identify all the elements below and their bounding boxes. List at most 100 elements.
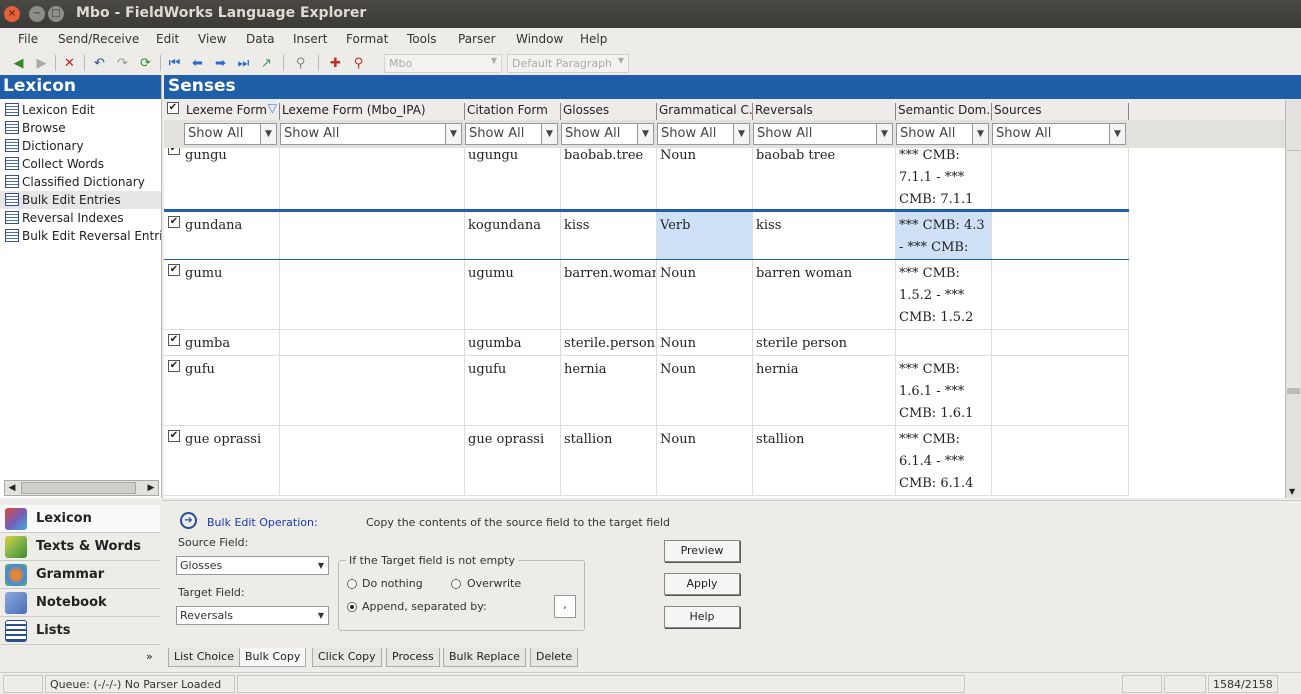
cell-lexeme[interactable]: gue oprassi	[182, 426, 280, 495]
nav-browse[interactable]: Browse	[0, 119, 161, 137]
cell-ipa[interactable]	[280, 330, 465, 355]
apply-button[interactable]: Apply	[664, 573, 740, 595]
cell-gloss[interactable]: stallion	[561, 426, 657, 495]
cell-ipa[interactable]	[280, 426, 465, 495]
table-row[interactable]: ✔ gungu ugungu baobab.tree Noun baobab t…	[164, 148, 1129, 210]
cell-lexeme[interactable]: gungu	[182, 148, 280, 209]
cell-semantic-domain[interactable]	[896, 330, 992, 355]
nav-lexicon-edit[interactable]: Lexicon Edit	[0, 101, 161, 119]
menu-format[interactable]: Format	[346, 32, 388, 46]
filter-glosses[interactable]: Show All ▼	[561, 123, 654, 145]
filter-lexeme-ipa[interactable]: Show All ▼	[280, 123, 462, 145]
redo-icon[interactable]: ↷	[114, 55, 131, 72]
menu-insert[interactable]: Insert	[293, 32, 327, 46]
cell-semantic-domain[interactable]: *** CMB: 1.5.2 - *** CMB: 1.5.2	[896, 260, 992, 329]
back-icon[interactable]: ◀	[10, 55, 27, 72]
cell-gloss[interactable]: sterile.person	[561, 330, 657, 355]
nav-bulk-edit-reversal-entries[interactable]: Bulk Edit Reversal Entries	[0, 227, 161, 245]
cell-lexeme[interactable]: gumba	[182, 330, 280, 355]
area-texts-words[interactable]: Texts & Words	[0, 533, 160, 561]
col-glosses[interactable]: Glosses	[561, 103, 657, 120]
previous-record-icon[interactable]: ⬅	[189, 55, 206, 72]
filter-lexeme-form[interactable]: Show All ▼	[184, 123, 277, 145]
cell-category[interactable]: Noun	[657, 148, 753, 209]
cell-lexeme[interactable]: gumu	[182, 260, 280, 329]
table-row[interactable]: ✔ gufu ugufu hernia Noun hernia *** CMB:…	[164, 356, 1129, 426]
cell-citation[interactable]: ugufu	[465, 356, 561, 425]
expand-areas-icon[interactable]: »	[146, 650, 153, 663]
area-lists[interactable]: Lists	[0, 617, 160, 645]
row-checkbox[interactable]: ✔	[168, 430, 180, 442]
style-combo[interactable]: Default Paragraph ▼	[507, 54, 629, 73]
nav-bulk-edit-entries[interactable]: Bulk Edit Entries	[0, 191, 161, 209]
scroll-thumb[interactable]	[21, 482, 136, 494]
col-lexeme-form[interactable]: Lexeme Form ▽	[184, 103, 280, 120]
scroll-thumb[interactable]	[1287, 388, 1300, 394]
close-window-button[interactable]: ×	[4, 6, 20, 22]
cell-citation[interactable]: kogundana	[465, 212, 561, 259]
cell-category[interactable]: Noun	[657, 260, 753, 329]
overwrite-radio[interactable]	[451, 579, 461, 589]
menu-tools[interactable]: Tools	[407, 32, 437, 46]
cell-semantic-domain[interactable]: *** CMB: 7.1.1 - *** CMB: 7.1.1	[896, 148, 992, 209]
target-field-select[interactable]: Reversals ▼	[176, 606, 329, 625]
cell-gloss[interactable]: kiss	[561, 212, 657, 259]
col-grammatical-category[interactable]: Grammatical C...	[657, 103, 753, 120]
cell-reversal[interactable]: sterile person	[753, 330, 896, 355]
first-record-icon[interactable]: ⏮	[166, 55, 183, 72]
col-semantic-domains[interactable]: Semantic Dom...	[896, 103, 992, 120]
col-citation-form[interactable]: Citation Form	[465, 103, 561, 120]
cell-gloss[interactable]: baobab.tree	[561, 148, 657, 209]
menu-edit[interactable]: Edit	[156, 32, 179, 46]
nav-collect-words[interactable]: Collect Words	[0, 155, 161, 173]
menu-view[interactable]: View	[198, 32, 226, 46]
grid-vertical-scrollbar[interactable]: ▼	[1285, 100, 1301, 498]
cell-lexeme[interactable]: gufu	[182, 356, 280, 425]
refresh-icon[interactable]: ⟳	[137, 55, 154, 72]
source-field-select[interactable]: Glosses ▼	[176, 556, 329, 575]
cell-ipa[interactable]	[280, 260, 465, 329]
scroll-down-icon[interactable]: ▼	[1289, 487, 1295, 496]
tab-list-choice[interactable]: List Choice	[168, 648, 240, 667]
nav-classified-dictionary[interactable]: Classified Dictionary	[0, 173, 161, 191]
nav-dictionary[interactable]: Dictionary	[0, 137, 161, 155]
do-nothing-radio[interactable]	[347, 579, 357, 589]
jump-icon[interactable]: ↗	[258, 55, 275, 72]
menu-file[interactable]: File	[18, 32, 38, 46]
cell-citation[interactable]: ugumu	[465, 260, 561, 329]
delete-icon[interactable]: ✕	[61, 55, 78, 72]
row-checkbox[interactable]: ✔	[168, 360, 180, 372]
table-row[interactable]: ✔ gumu ugumu barren.woman Noun barren wo…	[164, 260, 1129, 330]
cell-gloss[interactable]: barren.woman	[561, 260, 657, 329]
undo-icon[interactable]: ↶	[91, 55, 108, 72]
cell-citation[interactable]: ugumba	[465, 330, 561, 355]
row-checkbox[interactable]: ✔	[168, 334, 180, 346]
cell-sources[interactable]	[992, 330, 1129, 355]
writing-system-combo[interactable]: Mbo ▼	[384, 54, 502, 73]
cell-sources[interactable]	[992, 356, 1129, 425]
tab-bulk-replace[interactable]: Bulk Replace	[443, 648, 526, 667]
menu-window[interactable]: Window	[516, 32, 563, 46]
menu-parser[interactable]: Parser	[458, 32, 496, 46]
cell-category[interactable]: Noun	[657, 330, 753, 355]
filter-semantic-domains[interactable]: Show All ▼	[896, 123, 989, 145]
cell-semantic-domain[interactable]: *** CMB: 6.1.4 - *** CMB: 6.1.4	[896, 426, 992, 495]
row-checkbox[interactable]: ✔	[168, 148, 180, 155]
preview-button[interactable]: Preview	[664, 540, 740, 562]
area-grammar[interactable]: Grammar	[0, 561, 160, 589]
area-lexicon[interactable]: Lexicon	[0, 505, 160, 533]
menu-help[interactable]: Help	[580, 32, 607, 46]
nav-reversal-indexes[interactable]: Reversal Indexes	[0, 209, 161, 227]
cell-sources[interactable]	[992, 260, 1129, 329]
find-entry-icon[interactable]: ⚲	[350, 55, 367, 72]
help-button[interactable]: Help	[664, 606, 740, 628]
maximize-window-button[interactable]: □	[48, 6, 64, 22]
scroll-left-icon[interactable]: ◀	[5, 481, 19, 495]
filter-grammatical-category[interactable]: Show All ▼	[657, 123, 750, 145]
next-record-icon[interactable]: ➡	[212, 55, 229, 72]
separator-input[interactable]: ,	[554, 595, 576, 618]
insert-entry-icon[interactable]: ✚	[327, 55, 344, 72]
cell-reversal[interactable]: barren woman	[753, 260, 896, 329]
tab-bulk-copy[interactable]: Bulk Copy	[239, 648, 307, 667]
row-checkbox[interactable]: ✔	[168, 264, 180, 276]
